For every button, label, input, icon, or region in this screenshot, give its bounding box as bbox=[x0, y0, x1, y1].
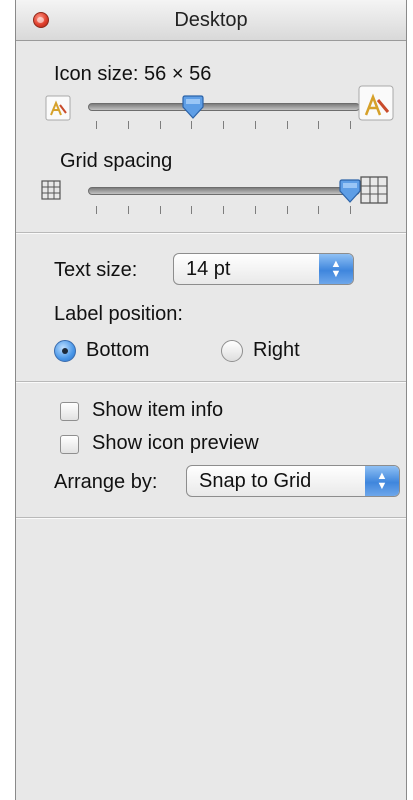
slider-tick bbox=[191, 121, 193, 129]
large-grid-icon bbox=[360, 176, 388, 204]
grid-spacing-slider-knob[interactable] bbox=[338, 179, 362, 203]
separator bbox=[16, 517, 406, 519]
right-radio[interactable] bbox=[221, 340, 243, 362]
bottom-radio-label: Bottom bbox=[86, 339, 150, 361]
icon-size-slider-track[interactable] bbox=[88, 103, 360, 111]
text-size-label: Text size: bbox=[54, 259, 138, 281]
slider-tick bbox=[191, 206, 193, 214]
small-icon-image-icon bbox=[45, 95, 71, 121]
separator bbox=[16, 381, 406, 383]
arrange-by-value: Snap to Grid bbox=[199, 470, 312, 492]
text-size-popup[interactable]: 14 pt ▲ ▼ bbox=[173, 253, 354, 285]
slider-tick bbox=[350, 206, 351, 214]
slider-tick bbox=[127, 121, 129, 129]
popup-arrows-icon: ▲ ▼ bbox=[365, 466, 399, 496]
right-radio-label: Right bbox=[253, 339, 300, 361]
slider-tick bbox=[96, 206, 97, 214]
arrange-by-popup[interactable]: Snap to Grid ▲ ▼ bbox=[186, 465, 400, 497]
slider-tick bbox=[318, 206, 320, 214]
slider-tick bbox=[96, 121, 97, 129]
grid-spacing-slider-ticks bbox=[96, 206, 351, 214]
small-grid-icon bbox=[41, 180, 61, 200]
grid-spacing-label: Grid spacing bbox=[60, 150, 173, 172]
show-item-info-label: Show item info bbox=[92, 399, 224, 421]
bottom-radio[interactable] bbox=[54, 340, 76, 362]
large-icon-image-icon bbox=[358, 85, 394, 121]
show-icon-preview-checkbox[interactable] bbox=[60, 435, 79, 454]
text-size-value: 14 pt bbox=[186, 258, 231, 280]
slider-tick bbox=[318, 121, 320, 129]
window-title: Desktop bbox=[174, 9, 248, 31]
icon-size-slider-knob[interactable] bbox=[181, 95, 205, 119]
slider-tick bbox=[127, 206, 129, 214]
slider-tick bbox=[286, 206, 288, 214]
title-bar: Desktop bbox=[16, 0, 406, 41]
slider-tick bbox=[254, 206, 256, 214]
slider-tick bbox=[223, 121, 224, 129]
arrange-by-label: Arrange by: bbox=[54, 471, 158, 493]
slider-tick bbox=[254, 121, 256, 129]
label-position-label: Label position: bbox=[54, 303, 183, 325]
popup-arrows-icon: ▲ ▼ bbox=[319, 254, 353, 284]
icon-size-slider-ticks bbox=[96, 121, 351, 129]
show-item-info-checkbox[interactable] bbox=[60, 402, 79, 421]
separator bbox=[16, 232, 406, 234]
slider-tick bbox=[159, 121, 161, 129]
slider-tick bbox=[159, 206, 161, 214]
desktop-view-options-window: Desktop Icon size: 56 × 56 Grid spacing … bbox=[15, 0, 407, 800]
icon-size-label: Icon size: 56 × 56 bbox=[54, 63, 212, 85]
slider-tick bbox=[223, 206, 224, 214]
show-icon-preview-label: Show icon preview bbox=[92, 432, 259, 454]
grid-spacing-slider-track[interactable] bbox=[88, 187, 360, 195]
slider-tick bbox=[286, 121, 288, 129]
slider-tick bbox=[350, 121, 351, 129]
